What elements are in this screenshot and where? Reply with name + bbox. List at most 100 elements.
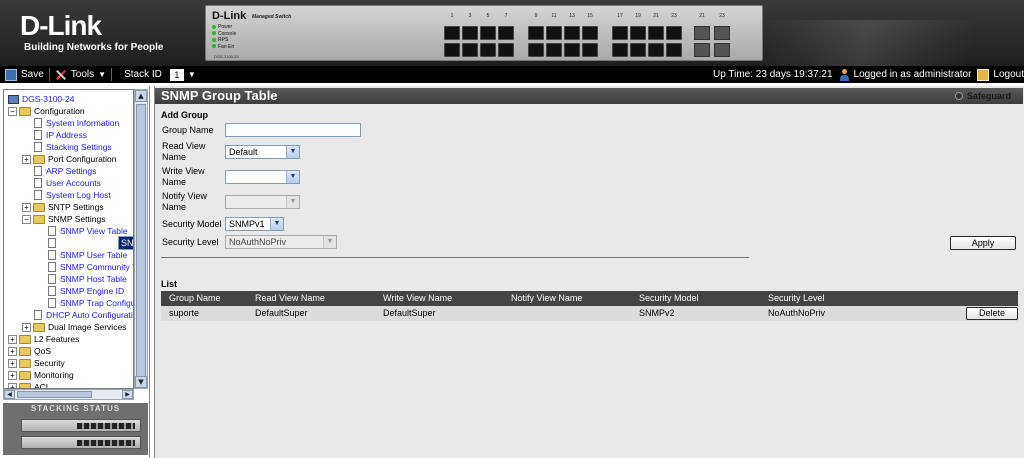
page-icon	[34, 166, 42, 176]
device-led-legend: Power Console RPS Fan Err	[212, 24, 236, 50]
section-divider	[161, 257, 749, 258]
tree-label: SNMP Settings	[48, 214, 106, 224]
tree-item-port-configuration[interactable]: + Port Configuration	[22, 153, 117, 165]
tree-item-snmp-trap-configuration[interactable]: SNMP Trap Configu	[48, 297, 133, 309]
group-name-label: Group Name	[162, 125, 214, 135]
collapse-icon[interactable]: −	[8, 106, 17, 116]
tree-label: Monitoring	[34, 370, 74, 380]
sfp-port-icon	[714, 43, 730, 57]
scroll-down-icon[interactable]: ▼	[135, 376, 147, 388]
port-group-1-8	[444, 26, 514, 57]
security-level-label: Security Level	[162, 237, 219, 247]
computer-icon	[8, 94, 19, 104]
list-heading: List	[161, 279, 178, 289]
delete-button[interactable]: Delete	[966, 307, 1018, 320]
power-led-icon	[212, 24, 216, 29]
tree-item-security[interactable]: + Security	[8, 357, 65, 369]
expand-icon[interactable]: +	[8, 358, 17, 368]
tree-label: IP Address	[46, 130, 87, 140]
scrollbar-thumb[interactable]	[136, 104, 146, 378]
floppy-disk-icon	[5, 68, 17, 81]
stacking-status-title: STACKING STATUS	[30, 404, 121, 413]
security-model-select[interactable]: SNMPv1 ▼	[225, 217, 284, 231]
port-group-17-24	[612, 26, 682, 57]
group-name-input[interactable]	[225, 123, 361, 137]
page-icon	[34, 190, 42, 200]
page-icon	[48, 274, 56, 284]
expand-icon[interactable]: +	[8, 334, 17, 344]
port-number: 11	[551, 13, 557, 19]
console-led-icon	[212, 31, 216, 36]
stack-id-select[interactable]: 1	[169, 68, 184, 81]
tree-label: QoS	[34, 346, 52, 356]
tree-item-snmp-settings[interactable]: − SNMP Settings	[22, 213, 105, 225]
stack-unit-icon[interactable]	[21, 419, 141, 432]
scroll-up-icon[interactable]: ▲	[135, 90, 147, 102]
stack-unit-icon[interactable]	[21, 436, 141, 449]
write-view-select[interactable]: ▼	[225, 170, 300, 184]
led-label: Console	[218, 30, 237, 37]
tree-item-dhcp-auto-configuration[interactable]: DHCP Auto Configuratic	[34, 309, 133, 321]
apply-button[interactable]: Apply	[950, 236, 1016, 250]
expand-icon[interactable]: +	[8, 346, 17, 356]
group-list-table: Group Name Read View Name Write View Nam…	[161, 291, 1018, 321]
port-icon	[498, 26, 514, 40]
logout-link[interactable]: Logout	[993, 69, 1024, 80]
device-panel-image: D-Link Managed Switch Power Console RPS …	[205, 5, 763, 61]
cell-security-level: NoAuthNoPriv	[768, 308, 826, 318]
tree-item-acl[interactable]: + ACL	[8, 381, 51, 388]
tree-item-snmp-user-table[interactable]: SNMP User Table	[48, 249, 127, 261]
add-group-heading: Add Group	[161, 110, 208, 120]
port-icon	[546, 26, 562, 40]
folder-icon	[33, 202, 45, 212]
collapse-icon[interactable]: −	[22, 214, 31, 224]
expand-icon[interactable]: +	[22, 202, 31, 212]
tree-item-snmp-group-table[interactable]: SNMP Group Table	[48, 236, 133, 250]
tree-item-qos[interactable]: + QoS	[8, 345, 51, 357]
save-button[interactable]: Save	[0, 66, 49, 83]
port-number: 19	[635, 13, 641, 19]
tree-item-dual-image-services[interactable]: + Dual Image Services	[22, 321, 126, 333]
port-number: 23	[719, 13, 725, 19]
led-label: RPS	[218, 37, 229, 43]
port-number: 15	[587, 13, 593, 19]
sfp-port-group	[694, 26, 730, 57]
tree-item-snmp-engine-id[interactable]: SNMP Engine ID	[48, 285, 124, 297]
expand-icon[interactable]: +	[22, 154, 31, 164]
expand-icon[interactable]: +	[8, 370, 17, 380]
folder-icon	[33, 322, 45, 332]
tree-item-snmp-host-table[interactable]: SNMP Host Table	[48, 273, 127, 285]
tree-item-configuration[interactable]: − Configuration	[8, 105, 85, 117]
logout-icon[interactable]	[977, 68, 990, 81]
scroll-right-icon[interactable]: ▶	[122, 390, 133, 399]
tree-item-system-log-host[interactable]: System Log Host	[34, 189, 111, 201]
tree-item-sntp-settings[interactable]: + SNTP Settings	[22, 201, 104, 213]
tree-item-monitoring[interactable]: + Monitoring	[8, 369, 74, 381]
read-view-select[interactable]: Default ▼	[225, 145, 300, 159]
banner-light-streak	[760, 20, 1024, 66]
folder-icon	[33, 154, 45, 164]
tree-item-user-accounts[interactable]: User Accounts	[34, 177, 101, 189]
tree-item-stacking-settings[interactable]: Stacking Settings	[34, 141, 112, 153]
tree-item-l2-features[interactable]: + L2 Features	[8, 333, 79, 345]
tree-item-device[interactable]: DGS-3100-24	[8, 93, 74, 105]
port-number-row: 9 11 13 15	[528, 13, 598, 19]
tree-label: Stacking Settings	[46, 142, 112, 152]
tree-label: System Log Host	[46, 190, 111, 200]
tree-vertical-scrollbar[interactable]: ▲ ▼	[134, 89, 148, 389]
tree-horizontal-scrollbar[interactable]: ◀ ▶	[3, 389, 134, 400]
scroll-left-icon[interactable]: ◀	[4, 390, 15, 399]
scrollbar-thumb[interactable]	[17, 391, 92, 398]
tree-item-system-information[interactable]: System Information	[34, 117, 119, 129]
expand-icon[interactable]: +	[22, 322, 31, 332]
tree-item-snmp-view-table[interactable]: SNMP View Table	[48, 225, 128, 237]
page-icon	[34, 178, 42, 188]
tools-menu[interactable]: Tools ▼	[50, 66, 111, 83]
nav-tree: DGS-3100-24 − Configuration System Inform…	[3, 89, 134, 389]
page-icon	[48, 238, 56, 248]
tree-item-ip-address[interactable]: IP Address	[34, 129, 87, 141]
tree-item-snmp-community-table[interactable]: SNMP Community Ta	[48, 261, 133, 273]
tree-item-arp-settings[interactable]: ARP Settings	[34, 165, 96, 177]
chevron-down-icon[interactable]: ▼	[188, 70, 196, 79]
stacking-status-panel: STACKING STATUS	[3, 403, 148, 455]
